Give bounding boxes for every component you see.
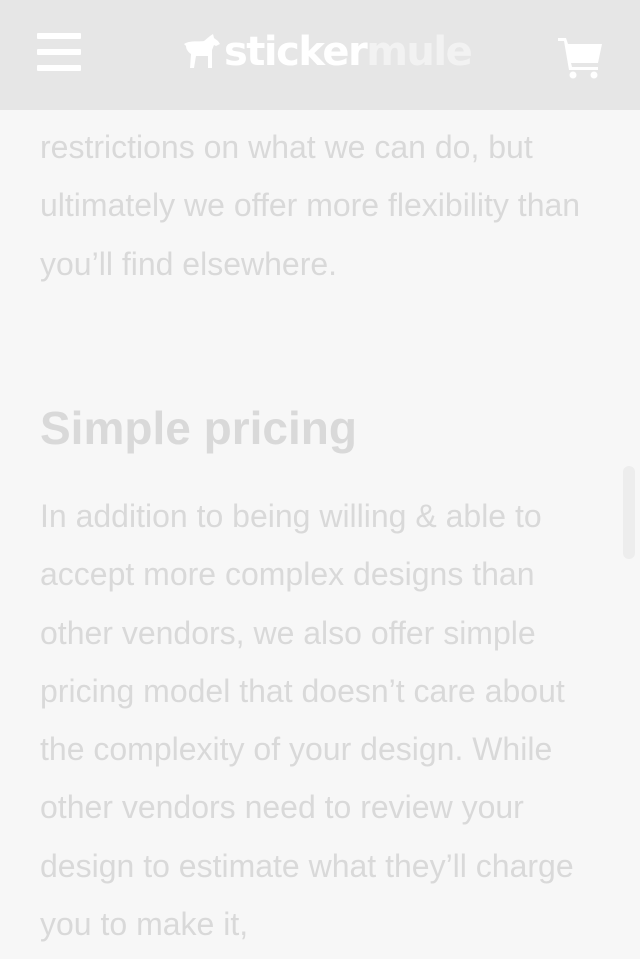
- logo-wordmark: stickermule: [224, 28, 473, 76]
- hamburger-menu-icon: [37, 33, 81, 39]
- logo-text-mule: mule: [366, 29, 473, 75]
- cart-button[interactable]: [556, 35, 604, 79]
- site-header: stickermule: [0, 0, 640, 110]
- mule-logo-icon: [184, 34, 220, 68]
- vertical-scrollbar[interactable]: [623, 466, 635, 559]
- hamburger-menu-icon-bar: [37, 65, 81, 71]
- menu-button[interactable]: [37, 33, 81, 73]
- paragraph-simple-pricing: In addition to being willing & able to a…: [40, 498, 574, 943]
- paragraph-flexibility: restrictions on what we can do, but ulti…: [40, 129, 581, 282]
- logo-text-sticker: sticker: [224, 29, 368, 75]
- section-heading-simple-pricing: Simple pricing: [40, 402, 357, 454]
- sticker-mule-logo[interactable]: stickermule: [180, 28, 473, 76]
- shopping-cart-icon: [558, 38, 602, 79]
- hamburger-menu-icon-bar: [37, 49, 81, 55]
